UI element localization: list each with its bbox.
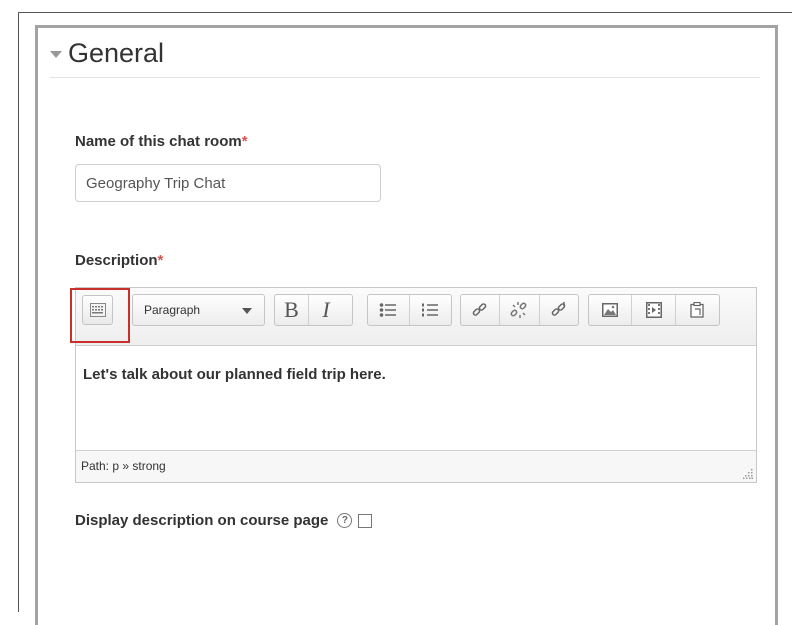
paste-icon [690,302,704,318]
section-header-general[interactable]: General [50,33,164,73]
display-description-label: Display description on course page [75,512,329,529]
numbered-list-button[interactable] [410,295,452,325]
text-style-group: B I [274,294,353,326]
display-description-checkbox[interactable] [358,513,373,528]
editor-content[interactable]: Let's talk about our planned field trip … [76,346,756,452]
italic-icon: I [322,297,330,322]
description-label-text: Description [75,252,158,269]
link-button[interactable] [461,295,501,325]
description-label: Description* [75,252,163,269]
paragraph-format-select[interactable]: Paragraph [132,294,265,326]
format-select-value: Paragraph [144,303,201,317]
editor-toolbar: Paragraph B I [70,288,756,346]
editor-path-bar: Path: p » strong [76,450,756,482]
required-mark: * [241,133,248,150]
media-icon [645,302,662,318]
section-divider [50,77,760,78]
media-button[interactable] [632,295,676,325]
unlink-button[interactable] [500,295,540,325]
section-title: General [68,37,165,68]
name-field-label: Name of this chat room* [75,133,248,150]
unlink-icon [511,302,527,318]
name-label-text: Name of this chat room [75,133,242,150]
bullet-list-button[interactable] [368,295,410,325]
paste-button[interactable] [676,295,719,325]
rich-text-editor: Paragraph B I Let's talk about our plann… [70,287,757,483]
italic-button[interactable]: I [309,295,343,325]
help-icon[interactable]: ? [337,513,353,528]
anchor-icon [551,302,566,316]
caret-down-icon [242,308,252,314]
media-group [588,294,720,326]
bold-button[interactable]: B [275,295,309,325]
numbered-list-icon [422,303,439,317]
anchor-button[interactable] [540,295,578,325]
editor-text: Let's talk about our planned field trip … [83,366,386,383]
image-button[interactable] [589,295,633,325]
link-group [460,294,579,326]
display-description-row: Display description on course page ? [75,512,373,529]
resize-handle-icon[interactable] [743,469,753,479]
image-icon [602,303,619,317]
bold-icon: B [284,297,299,322]
link-icon [472,303,487,316]
chat-room-name-input[interactable] [75,164,381,202]
bullet-list-icon [379,303,397,317]
list-group [367,294,452,326]
kitchen-sink-highlight [70,288,130,343]
path-text: Path: p » strong [81,459,166,473]
chevron-down-icon[interactable] [50,50,62,58]
required-mark: * [157,252,164,269]
